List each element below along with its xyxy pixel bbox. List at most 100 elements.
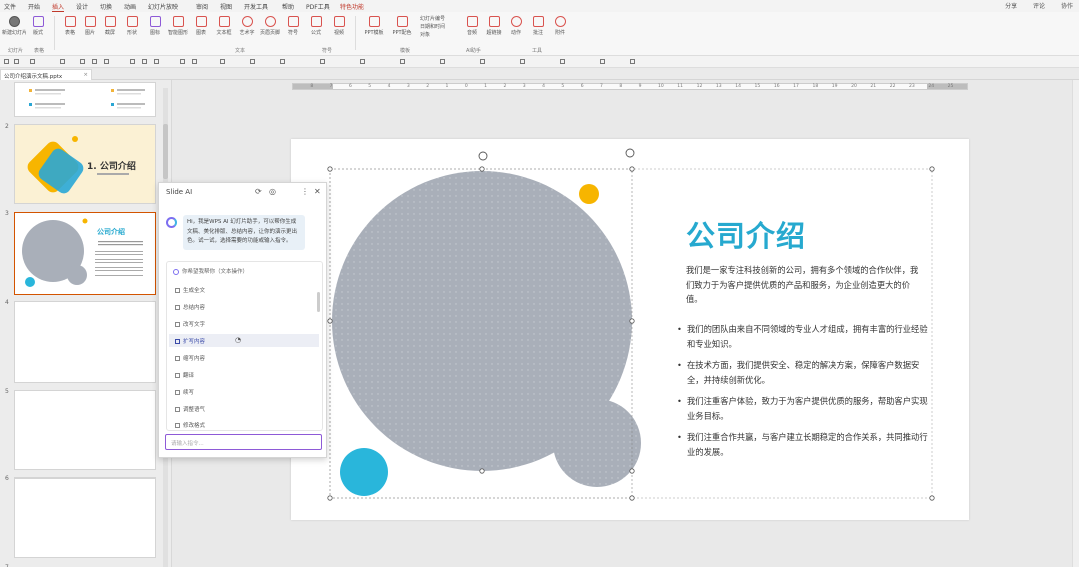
arrange-icon[interactable] — [280, 59, 285, 64]
tab-developer[interactable]: 开发工具 — [244, 2, 268, 11]
ppt-template-button[interactable]: PPT模板 — [362, 15, 386, 51]
align-center-icon[interactable] — [142, 59, 147, 64]
textbox-tool-icon[interactable] — [440, 59, 445, 64]
comment-ribbon-button[interactable]: 批注 — [526, 15, 550, 51]
font-size-icon[interactable] — [60, 59, 65, 64]
chart-button[interactable]: 图表 — [189, 15, 213, 51]
audio-button[interactable]: 音频 — [460, 15, 484, 51]
collab-button[interactable]: 协作 — [1061, 3, 1073, 10]
settings-icon[interactable]: ◎ — [269, 187, 276, 196]
tab-review[interactable]: 审阅 — [196, 2, 208, 11]
blue-circle[interactable] — [340, 448, 388, 496]
ai-command-item[interactable]: 改写文字 — [169, 317, 319, 330]
ai-command-input[interactable]: 请输入指令... — [165, 434, 322, 450]
numbering-icon[interactable] — [192, 59, 197, 64]
yellow-dot[interactable] — [579, 184, 599, 204]
redo-icon[interactable] — [14, 59, 19, 64]
slide-thumbnail-5[interactable] — [14, 390, 156, 470]
tab-features[interactable]: 特色功能 — [340, 2, 364, 11]
outline-icon[interactable] — [360, 59, 365, 64]
bullets-icon[interactable] — [180, 59, 185, 64]
shape-button[interactable]: 形状 — [120, 15, 144, 51]
smartart-button[interactable]: 智能图形 — [166, 15, 190, 51]
line-spacing-icon[interactable] — [220, 59, 225, 64]
align-left-icon[interactable] — [130, 59, 135, 64]
close-icon[interactable]: ✕ — [314, 187, 321, 196]
close-tab-icon[interactable]: × — [83, 72, 88, 78]
bullet-item[interactable]: • 在技术方面，我们提供安全、稳定的解决方案，保障客户数据安全，并持续创新优化。 — [676, 358, 932, 387]
slide-intro-text[interactable]: 我们是一家专注科技创新的公司，拥有多个领域的合作伙伴，我们致力于为客户提供优质的… — [686, 263, 926, 307]
layout-button[interactable]: 版式 — [26, 15, 50, 51]
bullet-item[interactable]: • 我们注重合作共赢，与客户建立长期稳定的合作关系，共同推动行业的发展。 — [676, 430, 932, 459]
small-gray-circle[interactable] — [553, 399, 641, 487]
ppt-color-button[interactable]: PPT配色 — [390, 15, 414, 51]
tab-insert[interactable]: 插入 — [52, 2, 65, 12]
textbox-button[interactable]: 文本框 — [212, 15, 236, 51]
document-tab[interactable]: 公司介绍演示文稿.pptx × — [0, 69, 92, 80]
screenshot-button[interactable]: 截屏 — [98, 15, 122, 51]
tab-slideshow[interactable]: 幻灯片放映 — [148, 2, 178, 11]
slide-canvas[interactable]: 公司介绍 我们是一家专注科技创新的公司，拥有多个领域的合作伙伴，我们致力于为客户… — [291, 139, 969, 520]
slide-thumbnail-3[interactable]: 公司介绍 — [14, 212, 156, 295]
fill-color-icon[interactable] — [250, 59, 255, 64]
tab-home[interactable]: 开始 — [28, 2, 40, 11]
share-button[interactable]: 分享 — [1005, 3, 1017, 10]
scrollbar-thumb[interactable] — [163, 124, 168, 179]
ai-command-item-hovered[interactable]: 扩写内容 ◔ — [169, 334, 319, 347]
bold-icon[interactable] — [80, 59, 85, 64]
crop-icon[interactable] — [560, 59, 565, 64]
tab-animation[interactable]: 动画 — [124, 2, 136, 11]
action-button[interactable]: 动作 — [504, 15, 528, 51]
header-footer-button[interactable]: 页眉页脚 — [258, 15, 282, 51]
ai-command-item[interactable]: 缩写内容 — [169, 351, 319, 364]
tab-file[interactable]: 文件 — [4, 2, 16, 11]
comment-button[interactable]: 评论 — [1033, 3, 1045, 10]
tab-pdf[interactable]: PDF工具 — [306, 2, 330, 11]
slide-thumbnail-7[interactable] — [14, 478, 156, 558]
group-icon[interactable] — [480, 59, 485, 64]
underline-icon[interactable] — [104, 59, 109, 64]
hyperlink-button[interactable]: 超链接 — [482, 15, 506, 51]
undo-icon[interactable] — [4, 59, 9, 64]
attachment-button[interactable]: 附件 — [548, 15, 572, 51]
bullet-item[interactable]: • 我们的团队由来自不同领域的专业人才组成，拥有丰富的行业经验和专业知识。 — [676, 322, 932, 351]
video-button[interactable]: 视频 — [327, 15, 351, 51]
rotate-handle-icon[interactable] — [478, 151, 488, 161]
italic-icon[interactable] — [92, 59, 97, 64]
shape-fill-icon[interactable] — [320, 59, 325, 64]
symbol-button[interactable]: 符号 — [281, 15, 305, 51]
icon-button[interactable]: 图标 — [143, 15, 167, 51]
slide-thumbnail-4[interactable] — [14, 301, 156, 383]
align-right-icon[interactable] — [154, 59, 159, 64]
horizontal-ruler[interactable]: 8 7 6 5 4 3 2 1 0 1 2 3 4 5 6 7 8 9 10 11 12 13 14 15 16 17 18 19 20… — [292, 83, 968, 90]
object-option[interactable]: 对象 — [420, 31, 445, 39]
ai-command-item[interactable]: 总结内容 — [169, 300, 319, 313]
ai-list-scrollbar[interactable] — [317, 292, 320, 312]
dropdown-icon[interactable] — [630, 59, 635, 64]
rotate-icon[interactable] — [520, 59, 525, 64]
rotate-handle-icon[interactable] — [625, 148, 635, 158]
bullet-item[interactable]: • 我们注重客户体验，致力于为客户提供优质的服务，帮助客户实现业务目标。 — [676, 394, 932, 423]
slide-number-option[interactable]: 幻灯片编号 — [420, 15, 445, 23]
wordart-button[interactable]: 艺术字 — [235, 15, 259, 51]
tab-design[interactable]: 设计 — [76, 2, 88, 11]
effects-icon[interactable] — [400, 59, 405, 64]
history-icon[interactable]: ⟳ — [255, 187, 262, 196]
ai-command-item[interactable]: 修改格式 — [169, 418, 319, 430]
slide-thumbnail-1[interactable] — [14, 82, 156, 117]
slide-thumbnail-2[interactable]: 1. 公司介绍 — [14, 124, 156, 204]
tab-view[interactable]: 视图 — [220, 2, 232, 11]
tab-help[interactable]: 帮助 — [282, 2, 294, 11]
more-tools-icon[interactable] — [600, 59, 605, 64]
ai-command-item[interactable]: 生成全文 — [169, 283, 319, 296]
ai-command-item[interactable]: 调整语气 — [169, 402, 319, 415]
editor-vertical-scrollbar[interactable] — [1072, 80, 1079, 567]
equation-button[interactable]: 公式 — [304, 15, 328, 51]
datetime-option[interactable]: 日期和时间 — [420, 23, 445, 31]
pin-icon[interactable]: ⋮ — [301, 187, 309, 196]
new-slide-button[interactable]: 新建幻灯片 — [2, 15, 26, 51]
ai-command-item[interactable]: 续写 — [169, 385, 319, 398]
tab-transition[interactable]: 切换 — [100, 2, 112, 11]
slide-title[interactable]: 公司介绍 — [686, 213, 806, 255]
ai-command-item[interactable]: 翻译 — [169, 368, 319, 381]
